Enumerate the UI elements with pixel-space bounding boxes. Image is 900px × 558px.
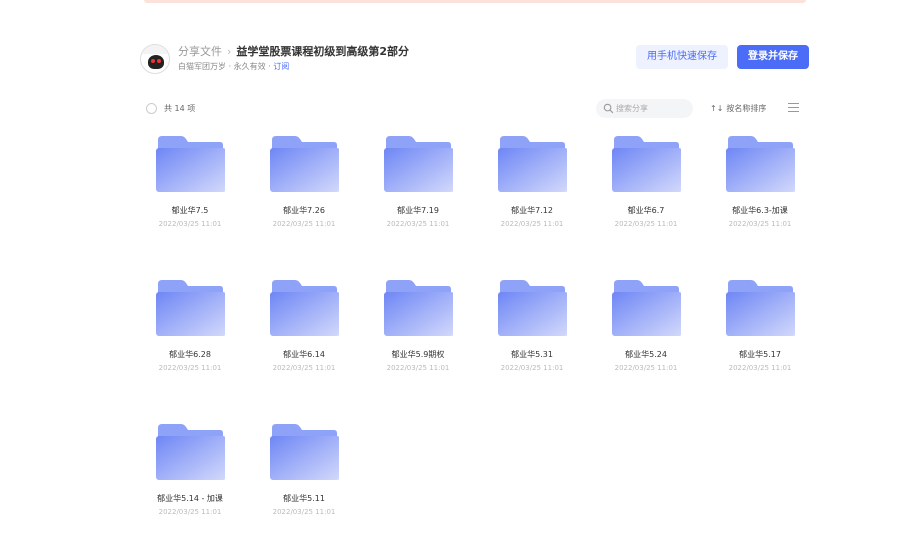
folder-item[interactable]: 郁业华5.31 2022/03/25 11:01 (475, 274, 589, 384)
quick-save-button[interactable]: 用手机快速保存 (636, 45, 728, 69)
folder-item[interactable]: 郁业华6.3-加课 2022/03/25 11:01 (703, 130, 817, 240)
folder-icon (270, 280, 339, 336)
folder-name: 郁业华5.14 - 加课 (157, 494, 223, 503)
folder-icon (156, 280, 225, 336)
folder-date: 2022/03/25 11:01 (728, 364, 792, 372)
select-all-checkbox[interactable] (146, 103, 157, 114)
subscribe-link[interactable]: 订阅 (273, 62, 289, 71)
folder-icon (726, 280, 795, 336)
folder-date: 2022/03/25 11:01 (728, 220, 792, 228)
folder-icon (156, 424, 225, 480)
folder-date: 2022/03/25 11:01 (272, 364, 336, 372)
folder-item[interactable]: 郁业华6.28 2022/03/25 11:01 (133, 274, 247, 384)
folder-item[interactable]: 郁业华5.24 2022/03/25 11:01 (589, 274, 703, 384)
folder-icon (156, 136, 225, 192)
breadcrumb: 分享文件 › 益学堂股票课程初级到高级第2部分 (178, 43, 409, 59)
folder-item[interactable]: 郁业华7.26 2022/03/25 11:01 (247, 130, 361, 240)
file-toolbar: 共 14 项 ↑↓按名称排序 (146, 98, 802, 120)
folder-name: 郁业华5.31 (511, 350, 553, 359)
validity-text: · 永久有效 · (228, 62, 271, 71)
folder-date: 2022/03/25 11:01 (386, 364, 450, 372)
folder-icon (612, 280, 681, 336)
folder-name: 郁业华6.28 (169, 350, 211, 359)
folder-name: 郁业华5.9期权 (391, 350, 445, 359)
folder-icon (384, 280, 453, 336)
avatar (140, 44, 170, 74)
folder-item[interactable]: 郁业华5.11 2022/03/25 11:01 (247, 418, 361, 528)
folder-name: 郁业华6.3-加课 (732, 206, 788, 215)
search-input[interactable] (616, 101, 688, 116)
folder-name: 郁业华7.26 (283, 206, 325, 215)
folder-icon (726, 136, 795, 192)
folder-name: 郁业华7.5 (171, 206, 209, 215)
folder-name: 郁业华5.24 (625, 350, 667, 359)
folder-name: 郁业华7.19 (397, 206, 439, 215)
search-box[interactable] (596, 99, 693, 118)
folder-icon (384, 136, 453, 192)
folder-item[interactable]: 郁业华7.12 2022/03/25 11:01 (475, 130, 589, 240)
save-button[interactable]: 登录并保存 (737, 45, 809, 69)
folder-icon (270, 424, 339, 480)
folder-date: 2022/03/25 11:01 (500, 364, 564, 372)
folder-item[interactable]: 郁业华5.17 2022/03/25 11:01 (703, 274, 817, 384)
sharer-name[interactable]: 白猫军团万岁 (178, 62, 226, 71)
folder-date: 2022/03/25 11:01 (614, 220, 678, 228)
folder-name: 郁业华5.11 (283, 494, 325, 503)
breadcrumb-separator: › (227, 45, 232, 58)
folder-date: 2022/03/25 11:01 (500, 220, 564, 228)
item-count: 共 14 项 (164, 104, 196, 113)
sort-button[interactable]: ↑↓ 按名称排序 (710, 103, 766, 114)
folder-icon (612, 136, 681, 192)
folder-icon (270, 136, 339, 192)
breadcrumb-root[interactable]: 分享文件 (178, 45, 222, 58)
folder-item[interactable]: 郁业华7.19 2022/03/25 11:01 (361, 130, 475, 240)
folder-item[interactable]: 郁业华5.14 - 加课 2022/03/25 11:01 (133, 418, 247, 528)
top-banner-strip (144, 0, 806, 3)
folder-item[interactable]: 郁业华5.9期权 2022/03/25 11:01 (361, 274, 475, 384)
folder-name: 郁业华5.17 (739, 350, 781, 359)
sort-icon: ↑↓ (710, 104, 724, 113)
folder-icon (498, 280, 567, 336)
folder-icon (498, 136, 567, 192)
folder-date: 2022/03/25 11:01 (272, 220, 336, 228)
folder-date: 2022/03/25 11:01 (158, 364, 222, 372)
folder-date: 2022/03/25 11:01 (158, 508, 222, 516)
list-view-icon[interactable] (788, 103, 799, 113)
sort-label: 按名称排序 (726, 104, 767, 113)
page-title: 益学堂股票课程初级到高级第2部分 (236, 45, 410, 58)
folder-date: 2022/03/25 11:01 (158, 220, 222, 228)
share-meta: 白猫军团万岁 · 永久有效 · 订阅 (178, 61, 289, 72)
share-header: 分享文件 › 益学堂股票课程初级到高级第2部分 白猫军团万岁 · 永久有效 · 订阅… (140, 42, 810, 76)
folder-date: 2022/03/25 11:01 (272, 508, 336, 516)
folder-date: 2022/03/25 11:01 (386, 220, 450, 228)
folder-item[interactable]: 郁业华6.14 2022/03/25 11:01 (247, 274, 361, 384)
folder-name: 郁业华6.14 (283, 350, 325, 359)
folder-item[interactable]: 郁业华7.5 2022/03/25 11:01 (133, 130, 247, 240)
folder-name: 郁业华7.12 (511, 206, 553, 215)
folder-date: 2022/03/25 11:01 (614, 364, 678, 372)
folder-item[interactable]: 郁业华6.7 2022/03/25 11:01 (589, 130, 703, 240)
folder-name: 郁业华6.7 (627, 206, 665, 215)
search-icon (603, 103, 614, 114)
